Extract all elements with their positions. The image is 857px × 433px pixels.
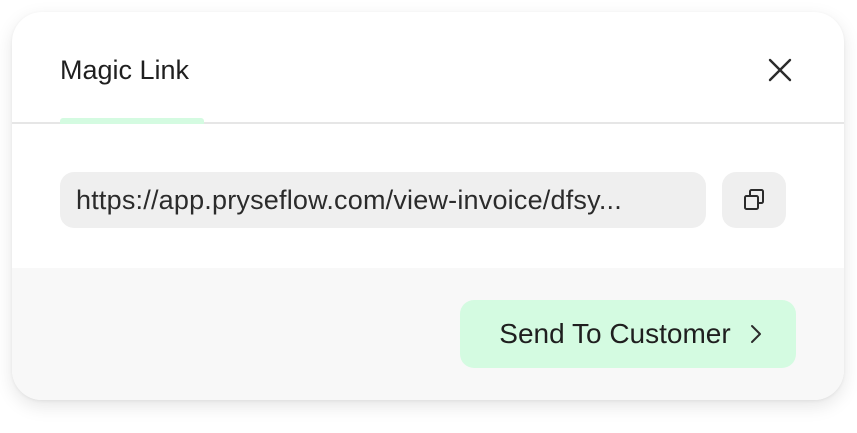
- send-to-customer-button[interactable]: Send To Customer: [460, 300, 796, 368]
- dialog-body: https://app.pryseflow.com/view-invoice/d…: [12, 124, 844, 268]
- tab-label: Magic Link: [60, 55, 190, 85]
- magic-link-url[interactable]: https://app.pryseflow.com/view-invoice/d…: [76, 185, 622, 216]
- tab-magic-link[interactable]: Magic Link: [60, 12, 204, 124]
- close-button[interactable]: [760, 50, 800, 90]
- dialog-header: Magic Link: [12, 12, 844, 124]
- magic-link-dialog: Magic Link https://app.pryseflow.com/vie…: [12, 12, 844, 400]
- copy-icon: [744, 189, 764, 210]
- magic-link-field[interactable]: https://app.pryseflow.com/view-invoice/d…: [60, 172, 706, 228]
- close-icon: [768, 58, 792, 82]
- dialog-footer: Send To Customer: [12, 268, 844, 400]
- chevron-right-icon: [749, 323, 763, 345]
- send-button-label: Send To Customer: [499, 318, 731, 349]
- copy-link-button[interactable]: [722, 172, 786, 228]
